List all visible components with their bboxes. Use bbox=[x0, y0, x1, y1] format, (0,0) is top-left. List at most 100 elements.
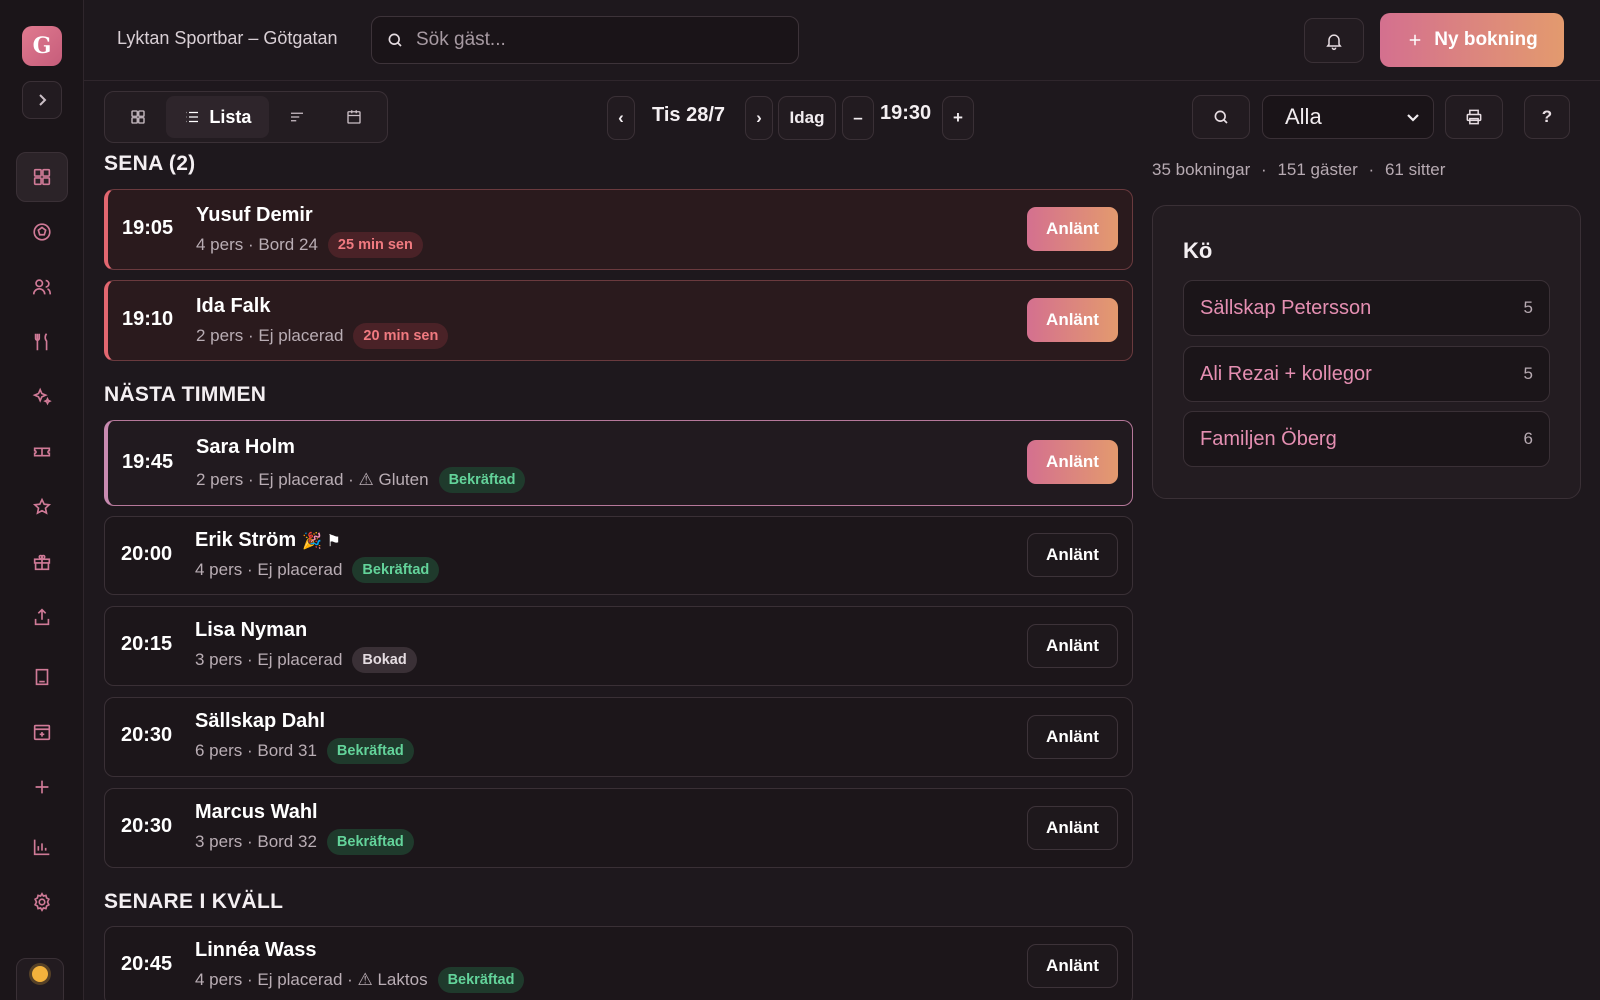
booking-time: 19:45 bbox=[122, 451, 174, 473]
filter-search-button[interactable] bbox=[1192, 95, 1250, 139]
arrived-button[interactable]: Anlänt bbox=[1027, 298, 1118, 342]
notifications-button[interactable] bbox=[1304, 18, 1364, 63]
booking-row[interactable]: 20:15 Lisa Nyman 3 pers · Ej placerad Bo… bbox=[104, 606, 1133, 686]
today-button[interactable]: Idag bbox=[778, 96, 836, 140]
bell-icon bbox=[1326, 33, 1342, 50]
booking-row[interactable]: 19:05 Yusuf Demir 4 pers · Bord 24 25 mi… bbox=[104, 189, 1133, 270]
sidebar-item-log[interactable] bbox=[16, 652, 68, 702]
bar-chart-icon bbox=[33, 839, 50, 856]
book-icon bbox=[35, 668, 49, 686]
view-list-label: Lista bbox=[209, 106, 252, 127]
sidebar-item-guests[interactable] bbox=[16, 262, 68, 312]
arrived-button[interactable]: Anlänt bbox=[1027, 207, 1118, 251]
queue-item[interactable]: Sällskap Petersson 5 bbox=[1183, 280, 1550, 336]
booking-details: 3 pers · Bord 32 bbox=[195, 832, 317, 851]
sidebar-item-schedule[interactable] bbox=[16, 707, 68, 757]
theme-toggle-button[interactable] bbox=[16, 958, 64, 1000]
guest-search[interactable] bbox=[371, 16, 799, 64]
search-input[interactable] bbox=[416, 29, 776, 51]
football-icon bbox=[33, 223, 51, 241]
cutlery-icon bbox=[34, 333, 48, 351]
sidebar-item-menu[interactable] bbox=[16, 317, 68, 367]
status-badge: Bekräftad bbox=[352, 557, 440, 583]
grid-icon bbox=[130, 110, 145, 124]
queue-item-name: Ali Rezai + kollegor bbox=[1200, 362, 1372, 385]
queue-item[interactable]: Ali Rezai + kollegor 5 bbox=[1183, 346, 1550, 402]
sidebar-item-ai[interactable] bbox=[16, 372, 68, 422]
guest-name: Linnéa Wass bbox=[195, 939, 317, 961]
app-logo[interactable]: G bbox=[22, 26, 62, 66]
booking-time: 20:45 bbox=[121, 953, 173, 975]
booking-details: 4 pers · Ej placerad · ⚠ Laktos bbox=[195, 970, 428, 989]
arrived-button[interactable]: Anlänt bbox=[1027, 944, 1118, 988]
queue-item-count: 6 bbox=[1523, 429, 1533, 448]
arrived-button[interactable]: Anlänt bbox=[1027, 533, 1118, 577]
late-badge: 20 min sen bbox=[353, 323, 449, 349]
sidebar-item-dashboard[interactable] bbox=[16, 152, 68, 202]
sidebar-item-add[interactable] bbox=[16, 762, 68, 812]
sidebar: G bbox=[0, 0, 84, 1000]
section-later-title: SENARE I KVÄLL bbox=[104, 890, 284, 913]
time-increment-button[interactable]: + bbox=[942, 96, 974, 140]
queue-item-count: 5 bbox=[1523, 298, 1533, 317]
view-grid-button[interactable] bbox=[109, 96, 166, 138]
current-date: Tis 28/7 bbox=[652, 104, 726, 126]
queue-title: Kö bbox=[1183, 238, 1213, 263]
sparkles-icon bbox=[32, 387, 52, 406]
sidebar-expand-button[interactable] bbox=[22, 81, 62, 119]
booking-row[interactable]: 20:30 Sällskap Dahl 6 pers · Bord 31 Bek… bbox=[104, 697, 1133, 777]
booking-row[interactable]: 19:10 Ida Falk 2 pers · Ej placerad 20 m… bbox=[104, 280, 1133, 361]
view-calendar-button[interactable] bbox=[326, 96, 383, 138]
guest-name-text: Erik Ström bbox=[195, 529, 297, 551]
chevron-right-icon bbox=[39, 94, 47, 106]
booking-details: 4 pers · Ej placerad bbox=[195, 560, 343, 579]
sidebar-item-settings[interactable] bbox=[16, 877, 68, 927]
time-decrement-button[interactable]: – bbox=[842, 96, 874, 140]
booking-row[interactable]: 20:00 Erik Ström 🎉 ⚑ 4 pers · Ej placerad… bbox=[104, 516, 1133, 595]
search-icon bbox=[1214, 110, 1228, 124]
sidebar-item-tickets[interactable] bbox=[16, 427, 68, 477]
arrived-button[interactable]: Anlänt bbox=[1027, 715, 1118, 759]
section-late-title: SENA (2) bbox=[104, 152, 196, 175]
view-toggle: Lista bbox=[104, 91, 388, 143]
gift-icon bbox=[33, 554, 51, 571]
booking-meta: 2 pers · Ej placerad · ⚠ Gluten Bekräfta… bbox=[196, 467, 526, 493]
status-badge: Bekräftad bbox=[438, 467, 526, 493]
booking-meta: 6 pers · Bord 31 Bekräftad bbox=[195, 738, 414, 764]
booking-row[interactable]: 19:45 Sara Holm 2 pers · Ej placerad · ⚠… bbox=[104, 420, 1133, 506]
queue-item-name: Sällskap Petersson bbox=[1200, 296, 1372, 319]
next-day-button[interactable]: › bbox=[745, 96, 773, 140]
booking-row[interactable]: 20:30 Marcus Wahl 3 pers · Bord 32 Bekrä… bbox=[104, 788, 1133, 868]
new-booking-button[interactable]: Ny bokning bbox=[1380, 13, 1564, 67]
booking-details: 4 pers · Bord 24 bbox=[196, 235, 318, 254]
calendar-icon bbox=[347, 110, 362, 124]
sidebar-item-export[interactable] bbox=[16, 592, 68, 642]
timeline-icon bbox=[291, 112, 304, 122]
print-button[interactable] bbox=[1445, 95, 1503, 139]
queue-panel: Kö Sällskap Petersson 5 Ali Rezai + koll… bbox=[1152, 205, 1581, 499]
view-timeline-button[interactable] bbox=[269, 96, 326, 138]
booking-details: 2 pers · Ej placerad bbox=[196, 326, 344, 345]
arrived-button[interactable]: Anlänt bbox=[1027, 624, 1118, 668]
arrived-button[interactable]: Anlänt bbox=[1027, 806, 1118, 850]
arrived-button[interactable]: Anlänt bbox=[1027, 440, 1118, 484]
sidebar-item-stats[interactable] bbox=[16, 822, 68, 872]
sidebar-item-sports[interactable] bbox=[16, 207, 68, 257]
help-button[interactable]: ? bbox=[1524, 95, 1570, 139]
queue-item[interactable]: Familjen Öberg 6 bbox=[1183, 411, 1550, 467]
sidebar-item-giftcards[interactable] bbox=[16, 537, 68, 587]
view-list-button[interactable]: Lista bbox=[166, 96, 269, 138]
summary-seated: 61 sitter bbox=[1384, 160, 1446, 179]
status-filter-value: Alla bbox=[1285, 104, 1322, 129]
status-badge: Bekräftad bbox=[326, 738, 414, 764]
prev-day-button[interactable]: ‹ bbox=[607, 96, 635, 140]
guest-name: Erik Ström 🎉 ⚑ bbox=[195, 529, 341, 552]
venue-name[interactable]: Lyktan Sportbar – Götgatan bbox=[117, 28, 337, 49]
status-badge: Bekräftad bbox=[326, 829, 414, 855]
sidebar-item-favorites[interactable] bbox=[16, 482, 68, 532]
status-filter-select[interactable]: Alla bbox=[1262, 95, 1434, 139]
guest-name: Sällskap Dahl bbox=[195, 710, 326, 732]
new-booking-label: Ny bokning bbox=[1434, 29, 1538, 50]
queue-item-name: Familjen Öberg bbox=[1200, 427, 1337, 450]
booking-row[interactable]: 20:45 Linnéa Wass 4 pers · Ej placerad ·… bbox=[104, 926, 1133, 1000]
